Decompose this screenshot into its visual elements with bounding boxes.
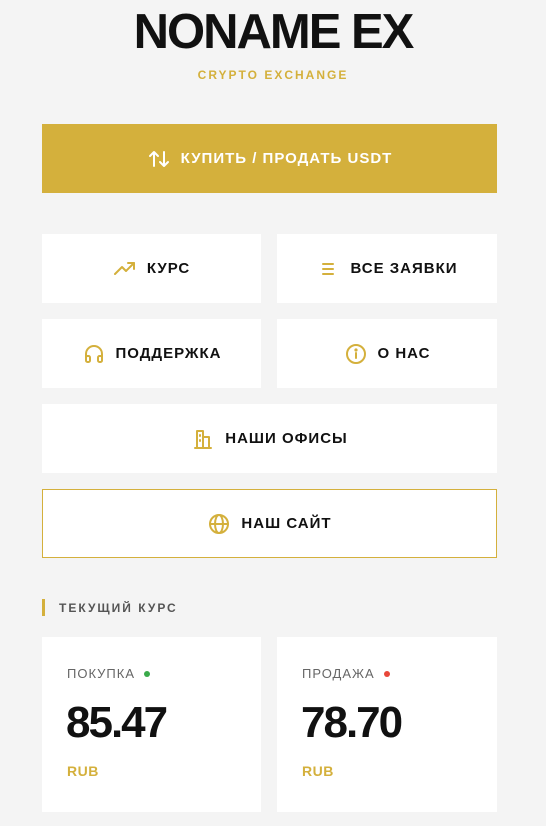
buy-rate-card: ПОКУПКА 85.47 RUB: [42, 637, 261, 812]
buy-rate-label-row: ПОКУПКА: [67, 666, 151, 681]
current-rate-heading: ТЕКУЩИЙ КУРС: [42, 599, 178, 616]
website-label: НАШ САЙТ: [241, 515, 332, 532]
section-accent-bar: [42, 599, 45, 616]
website-button[interactable]: НАШ САЙТ: [42, 489, 497, 558]
brand-title: NONAME EX: [133, 5, 415, 59]
arrows-swap-icon: [147, 147, 171, 171]
brand-tagline: CRYPTO EXCHANGE: [197, 68, 349, 82]
all-orders-button[interactable]: ВСЕ ЗАЯВКИ: [277, 234, 497, 303]
buy-rate-label: ПОКУПКА: [67, 666, 136, 681]
buy-rate-currency: RUB: [67, 763, 99, 779]
rate-button[interactable]: КУРС: [42, 234, 261, 303]
all-orders-label: ВСЕ ЗАЯВКИ: [350, 260, 458, 277]
offices-label: НАШИ ОФИСЫ: [225, 430, 348, 447]
about-label: О НАС: [377, 345, 431, 362]
buy-sell-usdt-label: КУПИТЬ / ПРОДАТЬ USDT: [180, 150, 393, 167]
buy-rate-value: 85.47: [66, 698, 168, 747]
sell-status-dot: [383, 670, 390, 677]
buy-sell-usdt-button[interactable]: КУПИТЬ / ПРОДАТЬ USDT: [42, 124, 497, 193]
globe-icon: [207, 512, 231, 536]
buy-status-dot: [144, 670, 151, 677]
about-button[interactable]: О НАС: [277, 319, 497, 388]
list-icon: [316, 257, 340, 281]
sell-rate-value: 78.70: [301, 698, 403, 747]
info-icon: [344, 342, 368, 366]
headphones-icon: [82, 342, 106, 366]
building-icon: [191, 427, 215, 451]
sell-rate-currency: RUB: [302, 763, 334, 779]
trend-up-icon: [113, 257, 137, 281]
current-rate-heading-text: ТЕКУЩИЙ КУРС: [59, 600, 178, 615]
sell-rate-label-row: ПРОДАЖА: [302, 666, 390, 681]
offices-button[interactable]: НАШИ ОФИСЫ: [42, 404, 497, 473]
sell-rate-label: ПРОДАЖА: [302, 666, 375, 681]
support-button[interactable]: ПОДДЕРЖКА: [42, 319, 261, 388]
support-label: ПОДДЕРЖКА: [115, 345, 222, 362]
rate-label: КУРС: [146, 260, 191, 277]
sell-rate-card: ПРОДАЖА 78.70 RUB: [277, 637, 497, 812]
